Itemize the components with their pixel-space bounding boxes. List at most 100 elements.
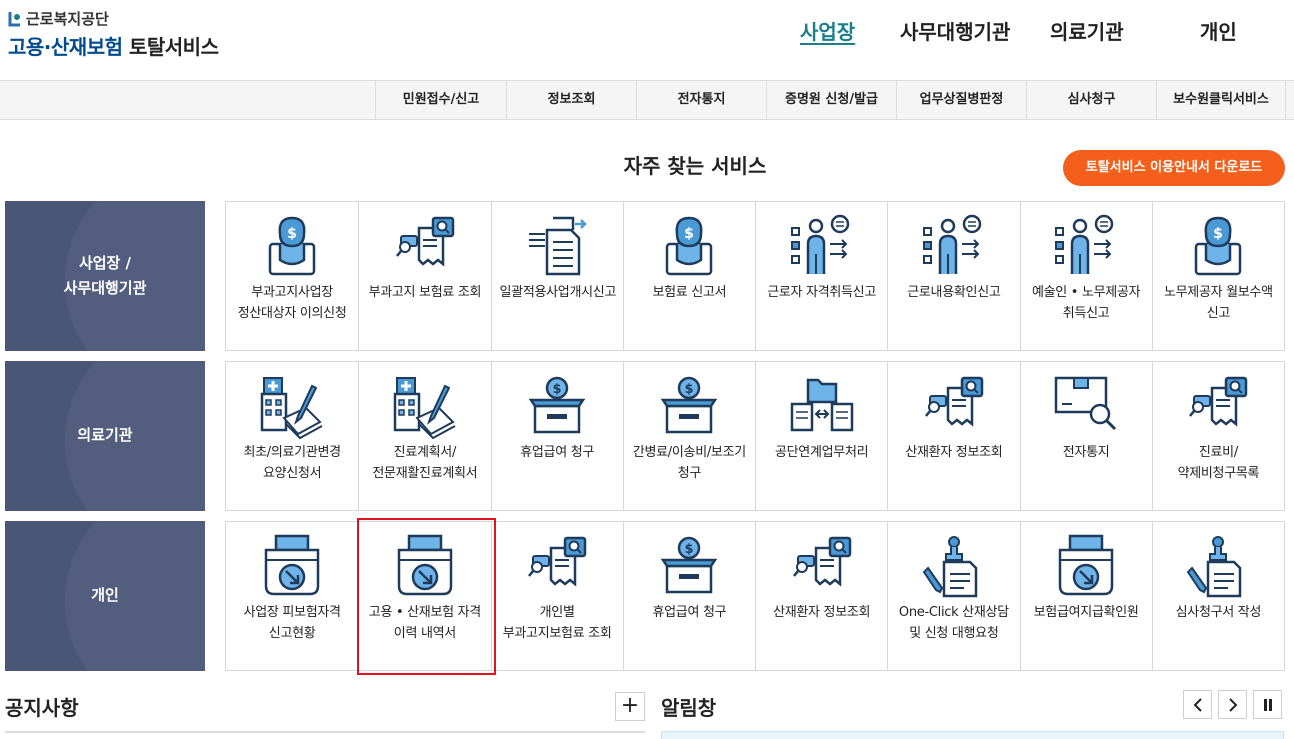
service-label: 간병료/이송비/보조기 청구 [632,445,746,481]
category-label: 개인 [91,586,119,605]
document-transfer-icon [523,214,591,280]
category-label: 사업장 / [78,253,132,272]
service-item[interactable]: 부과고지 보험료 조회 [358,202,490,350]
service-item[interactable]: 보험급여지급확인원 [1019,522,1152,670]
service-item[interactable]: 산재환자 정보조회 [755,522,887,670]
sub-nav-wage-one-click[interactable]: 보수원클릭서비스 [1156,81,1286,119]
document-search-icon [1184,374,1252,440]
service-label: 보험료 신고서 [652,285,727,300]
printer-arrow-icon [391,534,459,600]
alert-next-button[interactable] [1218,690,1247,719]
service-label: 보험급여지급확인원 [1033,605,1139,620]
service-label: 노무제공자 월보수액 신고 [1163,285,1273,321]
service-label: 일괄적용사업개시신고 [499,285,617,300]
service-label: 심사청구서 작성 [1175,605,1262,620]
person-list-icon [788,214,856,280]
main-nav-individual[interactable]: 개인 [1200,16,1237,45]
service-item[interactable]: 사업장 피보험자격 신고현황 [226,522,358,670]
service-item[interactable]: 산재환자 정보조회 [887,362,1019,510]
printer-arrow-icon [258,534,326,600]
service-title-sub: 토탈서비스 [128,35,219,59]
service-item[interactable]: 개인별 부과고지보험료 조회 [490,522,623,670]
chevron-left-icon [1193,697,1202,712]
service-label: 부과고지 보험료 조회 [368,285,482,300]
service-item[interactable]: 근로자 자격취득신고 [755,202,887,350]
service-item[interactable]: 전자통지 [1019,362,1152,510]
printer-arrow-icon [1052,534,1120,600]
alert-panel [661,731,1284,739]
stamp-document-icon [1184,534,1252,600]
alert-pause-button[interactable] [1253,690,1282,719]
sub-nav-review-request[interactable]: 심사청구 [1026,81,1156,119]
guide-download-button[interactable]: 토탈서비스 이용안내서 다운로드 [1063,150,1285,186]
service-label: 공단연계업무처리 [774,445,869,460]
alert-title: 알림창 [661,696,717,720]
service-label: 예술인 • 노무제공자 취득신고 [1031,285,1141,321]
document-search-icon [523,534,591,600]
money-bag-icon [655,214,723,280]
category-label: 의료기관 [77,426,133,445]
document-search-icon [788,534,856,600]
service-item[interactable]: 간병료/이송비/보조기 청구 [622,362,755,510]
service-item[interactable]: 휴업급여 청구 [490,362,623,510]
person-list-icon [920,214,988,280]
main-nav-workplace[interactable]: 사업장 [800,16,855,45]
service-label: 근로내용확인신고 [907,285,1001,300]
hospital-pen-icon [391,374,459,440]
money-bag-icon [258,214,326,280]
money-box-icon [655,374,723,440]
service-label: 사업장 피보험자격 신고현황 [243,605,341,641]
service-label: One-Click 산재상담 및 신청 대행요청 [898,605,1009,641]
service-label: 산재환자 정보조회 [773,605,871,620]
main-nav-medical[interactable]: 의료기관 [1050,16,1124,45]
alert-prev-button[interactable] [1183,690,1212,719]
service-item[interactable]: 심사청구서 작성 [1151,522,1284,670]
service-label: 부과고지사업장 정산대상자 이의신청 [237,285,347,321]
service-item[interactable]: 일괄적용사업개시신고 [490,202,623,350]
stamp-document-icon [920,534,988,600]
sub-nav-disease-judgment[interactable]: 업무상질병판정 [896,81,1026,119]
service-item[interactable]: 휴업급여 청구 [622,522,755,670]
document-search-icon [920,374,988,440]
document-search-icon [391,214,459,280]
sub-nav-info-inquiry[interactable]: 정보조회 [506,81,636,119]
money-box-icon [655,534,723,600]
chevron-right-icon [1228,697,1237,712]
service-label: 휴업급여 청구 [520,445,595,460]
category-workplace: 사업장 / 사무대행기관 [5,201,205,351]
hospital-pen-icon [258,374,326,440]
service-item[interactable]: 보험료 신고서 [622,202,755,350]
service-grid-medical: 최초/의료기관변경 요양신청서 진료계획서/전문재활진료계획서 휴업급여 청구 … [225,361,1285,511]
folder-exchange-icon [788,374,856,440]
service-grid-individual: 사업장 피보험자격 신고현황 고용 • 산재보험 자격 이력 내역서 개인별 부… [225,521,1285,671]
service-item[interactable]: 진료비/약제비청구목록 [1151,362,1284,510]
pause-icon [1263,698,1272,711]
service-item[interactable]: 고용 • 산재보험 자격 이력 내역서 [358,522,490,670]
logo[interactable]: 근로복지공단 고용·산재보험 토탈서비스 [8,8,219,60]
category-individual: 개인 [5,521,205,671]
sub-nav-complaint[interactable]: 민원접수/신고 [375,81,506,119]
main-nav: 사업장 사무대행기관 의료기관 개인 [780,16,1280,46]
service-item[interactable]: 노무제공자 월보수액 신고 [1151,202,1284,350]
service-item[interactable]: 공단연계업무처리 [755,362,887,510]
service-item[interactable]: 근로내용확인신고 [887,202,1019,350]
service-label: 고용 • 산재보험 자격 이력 내역서 [368,605,481,641]
money-bag-icon [1184,214,1252,280]
notice-more-button[interactable]: + [615,692,645,721]
service-grid-workplace: 부과고지사업장 정산대상자 이의신청 부과고지 보험료 조회 일괄적용사업개시신… [225,201,1285,351]
sub-nav: 민원접수/신고 정보조회 전자통지 증명원 신청/발급 업무상질병판정 심사청구… [0,80,1294,120]
service-label: 개인별 부과고지보험료 조회 [502,605,612,641]
service-item[interactable]: 부과고지사업장 정산대상자 이의신청 [226,202,358,350]
service-title-main: 고용·산재보험 [8,35,123,59]
main-nav-agency[interactable]: 사무대행기관 [900,16,1010,45]
org-name: 근로복지공단 [26,10,109,28]
service-item[interactable]: 진료계획서/전문재활진료계획서 [358,362,490,510]
service-label: 휴업급여 청구 [652,605,727,620]
service-item[interactable]: One-Click 산재상담 및 신청 대행요청 [887,522,1019,670]
sub-nav-e-notice[interactable]: 전자통지 [636,81,766,119]
service-item[interactable]: 예술인 • 노무제공자 취득신고 [1019,202,1152,350]
service-item[interactable]: 최초/의료기관변경 요양신청서 [226,362,358,510]
category-label: 사무대행기관 [63,279,147,297]
notice-list [5,731,645,739]
sub-nav-certificate[interactable]: 증명원 신청/발급 [766,81,896,119]
